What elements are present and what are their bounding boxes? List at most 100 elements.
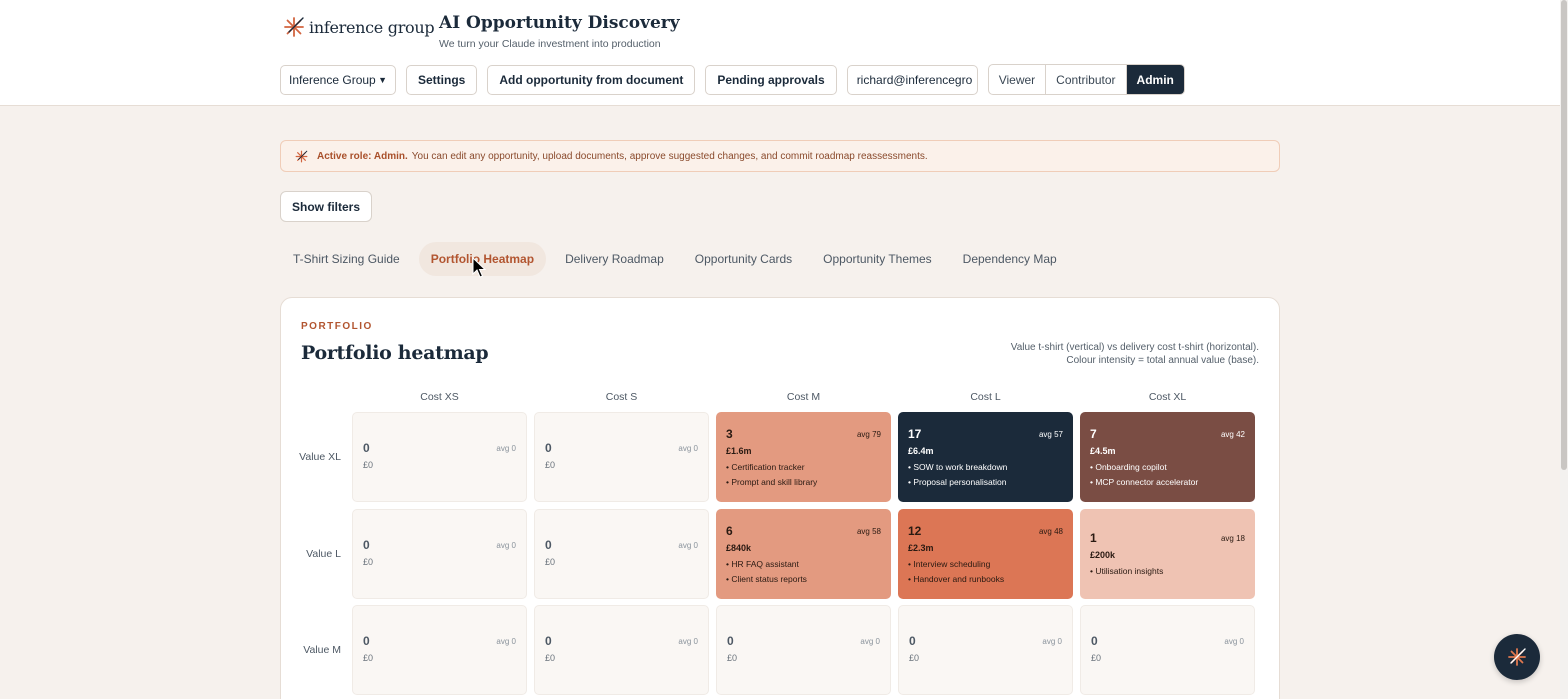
heatmap-cell[interactable]: 0 avg 0 £0 [534,412,709,502]
tab-dependency-map[interactable]: Dependency Map [951,242,1069,276]
legend-line-2: Colour intensity = total annual value (b… [1066,355,1259,366]
cell-avg-score: avg 58 [856,527,881,536]
top-header: inference group AI Opportunity Discovery… [0,0,1560,106]
column-header: Cost XL [1148,391,1187,403]
heatmap-cell[interactable]: 1 avg 18 £200k • Utilisation insights [1080,509,1255,599]
cell-count: 0 [727,634,734,648]
tab-opportunity-themes[interactable]: Opportunity Themes [811,242,944,276]
email-field[interactable]: richard@inferencegro [846,64,978,95]
panel-eyebrow: PORTFOLIO [301,321,373,332]
heatmap-cell[interactable]: 0 avg 0 £0 [716,605,891,695]
toolbar: Inference Group ▼ Settings Add opportuni… [280,64,1185,95]
cell-total-value: £4.5m [1090,446,1116,456]
cell-total-value: £840k [726,543,752,553]
cell-total-value: £0 [727,653,738,663]
heatmap-cell[interactable]: 17 avg 57 £6.4m • SOW to work breakdown • Pr… [898,412,1073,502]
heatmap-cell[interactable]: 0 avg 0 £0 [352,412,527,502]
add-opportunity-button[interactable]: Add opportunity from document [487,64,696,95]
settings-button[interactable]: Settings [406,64,478,95]
cell-total-value: £1.6m [726,446,752,456]
cell-example-item: • Client status reports [726,574,807,584]
heatmap-panel: PORTFOLIO Portfolio heatmap Value t-shir… [280,297,1280,699]
cell-total-value: £200k [1090,550,1116,560]
cell-example-item: • SOW to work breakdown [908,462,1008,472]
column-header: Cost S [605,391,638,403]
cell-count: 0 [363,538,370,552]
heatmap-cell[interactable]: 0 avg 0 £0 [352,509,527,599]
heatmap-cell[interactable]: 0 avg 0 £0 [1080,605,1255,695]
cell-total-value: £0 [363,460,374,470]
cell-count: 7 [1090,427,1097,441]
column-header: Cost M [786,391,821,403]
org-select[interactable]: Inference Group ▼ [280,64,396,95]
asterisk-spark-icon [284,17,304,37]
column-header: Cost XS [420,391,459,403]
cell-avg-score: avg 0 [678,444,698,453]
role-viewer[interactable]: Viewer [989,65,1047,94]
cell-total-value: £0 [909,653,920,663]
cell-count: 0 [545,538,552,552]
notice-label: Active role: Admin. [317,150,408,162]
view-tabs: T-Shirt Sizing Guide Portfolio Heatmap D… [281,242,1076,276]
scrollbar-thumb[interactable] [1561,0,1567,470]
row-header: Value M [303,644,341,656]
cell-count: 0 [1091,634,1098,648]
cell-avg-score: avg 42 [1220,430,1245,439]
cell-total-value: £0 [545,653,556,663]
cell-example-item: • Utilisation insights [1090,566,1164,576]
cell-total-value: £0 [363,653,374,663]
cell-count: 0 [363,634,370,648]
heatmap-cell[interactable]: 0 avg 0 £0 [352,605,527,695]
app-subtitle: We turn your Claude investment into prod… [439,38,661,50]
cell-avg-score: avg 0 [860,637,880,646]
cell-example-item: • Prompt and skill library [726,477,818,487]
cell-example-item: • Handover and runbooks [908,574,1005,584]
cell-count: 6 [726,524,733,538]
heatmap-cell[interactable]: 7 avg 42 £4.5m • Onboarding copilot • MCP co… [1080,412,1255,502]
brand-logo[interactable]: inference group [283,16,435,38]
cell-avg-score: avg 79 [856,430,881,439]
cell-total-value: £2.3m [908,543,934,553]
cell-count: 0 [545,634,552,648]
cell-example-item: • HR FAQ assistant [726,559,799,569]
cell-avg-score: avg 0 [496,637,516,646]
heatmap-cell[interactable]: 0 avg 0 £0 [534,509,709,599]
column-header: Cost L [970,391,1001,403]
row-header: Value XL [299,451,341,463]
heatmap-cell[interactable]: 3 avg 79 £1.6m • Certification tracker • Pro… [716,412,891,502]
cell-count: 17 [908,427,922,441]
cell-avg-score: avg 0 [496,444,516,453]
cell-total-value: £6.4m [908,446,934,456]
pending-approvals-button[interactable]: Pending approvals [705,64,837,95]
show-filters-button[interactable]: Show filters [280,191,373,222]
cell-count: 0 [909,634,916,648]
role-switcher: Viewer Contributor Admin [987,64,1185,95]
cell-example-item: • Onboarding copilot [1090,462,1167,472]
tab-tshirt-sizing-guide[interactable]: T-Shirt Sizing Guide [281,242,412,276]
cell-avg-score: avg 48 [1038,527,1063,536]
cell-total-value: £0 [545,460,556,470]
tab-opportunity-cards[interactable]: Opportunity Cards [683,242,804,276]
cell-avg-score: avg 18 [1220,534,1245,543]
cell-count: 1 [1090,531,1097,545]
heatmap-cell[interactable]: 12 avg 48 £2.3m • Interview scheduling • Han… [898,509,1073,599]
role-contributor[interactable]: Contributor [1046,65,1127,94]
row-header: Value L [306,548,341,560]
assistant-spark-icon [1508,648,1526,666]
legend-line-1: Value t-shirt (vertical) vs delivery cos… [1010,342,1259,353]
cell-total-value: £0 [363,557,374,567]
tab-delivery-roadmap[interactable]: Delivery Roadmap [553,242,676,276]
heatmap-cell[interactable]: 6 avg 58 £840k • HR FAQ assistant • Client s… [716,509,891,599]
assistant-fab-button[interactable] [1494,634,1540,680]
panel-title: Portfolio heatmap [301,342,489,364]
active-role-notice: Active role: Admin. You can edit any opp… [280,140,1280,172]
cell-count: 0 [363,441,370,455]
heatmap-cell[interactable]: 0 avg 0 £0 [898,605,1073,695]
mouse-cursor-icon [472,257,486,278]
cell-example-item: • MCP connector accelerator [1090,477,1199,487]
heatmap-cell[interactable]: 0 avg 0 £0 [534,605,709,695]
app-title: AI Opportunity Discovery [439,13,680,33]
cell-example-item: • Proposal personalisation [908,477,1007,487]
role-admin[interactable]: Admin [1126,65,1184,94]
cell-avg-score: avg 0 [678,637,698,646]
